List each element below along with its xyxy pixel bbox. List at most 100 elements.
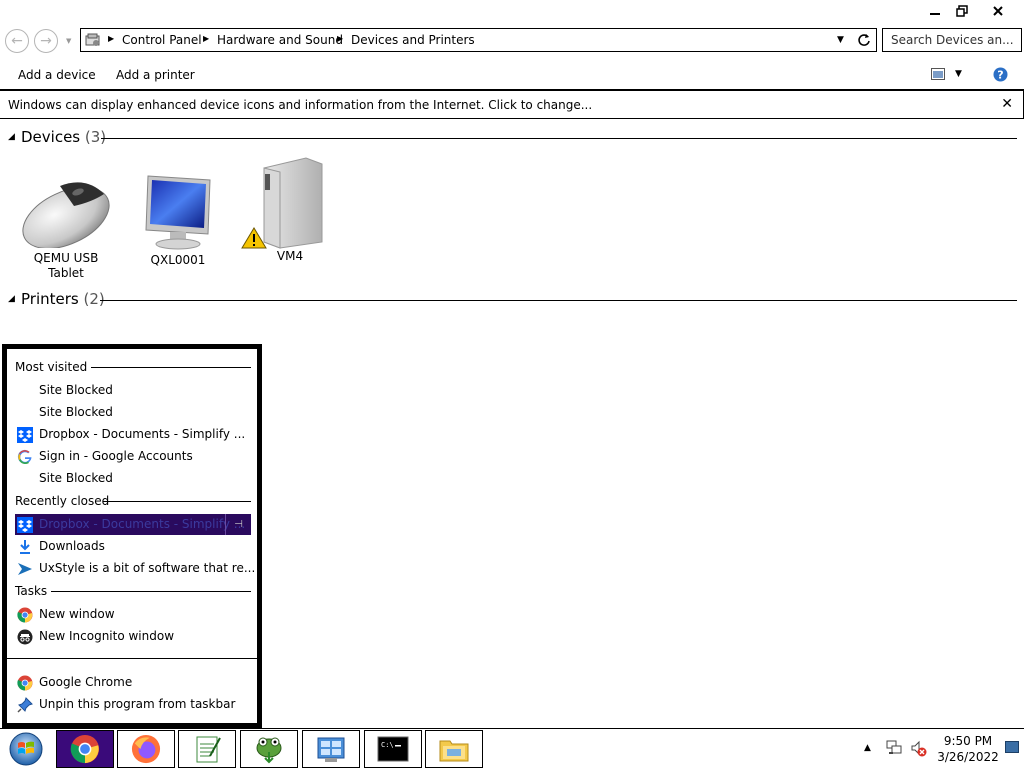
printers-group-title: Printers — [21, 290, 79, 308]
jumplist-item-label: Dropbox - Documents - Simplify ... — [39, 427, 246, 441]
jumplist-item[interactable]: Downloads — [15, 536, 251, 558]
pin-button[interactable]: ⊣ — [225, 514, 251, 535]
jumplist-divider — [7, 658, 257, 659]
jumplist-item[interactable]: Site Blocked — [15, 380, 251, 402]
taskbar-notepad-button[interactable] — [178, 730, 236, 768]
add-device-button[interactable]: Add a device — [18, 68, 96, 82]
jumplist-task-new-window[interactable]: New window — [15, 604, 251, 626]
show-desktop-button[interactable] — [1005, 741, 1019, 753]
collapse-triangle-icon[interactable]: ◢ — [8, 294, 15, 304]
back-button[interactable]: ← — [5, 29, 29, 53]
address-bar[interactable]: ▶ Control Panel ▶ Hardware and Sound ▶ D… — [80, 28, 877, 52]
taskbar-firefox-button[interactable] — [117, 730, 175, 768]
breadcrumb-hardware-and-sound[interactable]: Hardware and Sound — [217, 33, 343, 47]
taskbar-file-explorer-button[interactable] — [425, 730, 483, 768]
recent-pages-chevron-icon[interactable]: ▼ — [66, 37, 71, 45]
forward-arrow-icon: → — [40, 33, 52, 49]
notepad-icon — [196, 736, 221, 763]
collapse-triangle-icon[interactable]: ◢ — [8, 132, 15, 142]
jumplist-item-label: Sign in - Google Accounts — [39, 449, 193, 463]
taskbar-control-panel-button[interactable] — [302, 730, 360, 768]
close-window-button[interactable] — [981, 0, 1015, 22]
jumplist-item-label: Downloads — [39, 539, 105, 553]
jumplist-unpin-from-taskbar[interactable]: Unpin this program from taskbar — [15, 694, 251, 716]
jumplist-item-highlighted[interactable]: Dropbox - Documents - Simplify ... ⊣ — [15, 514, 251, 535]
jumplist-item[interactable]: Sign in - Google Accounts — [15, 446, 251, 468]
jumplist-divider — [51, 591, 251, 592]
jumplist-divider — [103, 501, 251, 502]
printers-group-header[interactable]: ◢ Printers (2) — [0, 290, 1024, 310]
uxstyle-icon — [18, 563, 32, 575]
jumplist-item-label: New Incognito window — [39, 629, 175, 643]
dropbox-icon — [17, 517, 33, 533]
svg-text:?: ? — [997, 69, 1003, 82]
breadcrumb-control-panel[interactable]: Control Panel — [122, 33, 202, 47]
jumplist-item-label: New window — [39, 607, 115, 621]
device-qemu-usb-tablet[interactable]: QEMU USB Tablet — [16, 176, 116, 281]
taskbar-chrome-button[interactable] — [56, 730, 114, 768]
jumplist-item-label: Google Chrome — [39, 675, 133, 689]
frog-utility-icon — [256, 737, 282, 764]
device-label: VM4 — [276, 249, 304, 263]
command-toolbar: Add a device Add a printer ▼ ? — [0, 60, 1024, 90]
taskbar-utility-button[interactable] — [240, 730, 298, 768]
restore-button[interactable] — [945, 0, 979, 22]
devices-group-header[interactable]: ◢ Devices (3) — [0, 128, 1024, 148]
device-qxl0001[interactable]: QXL0001 — [128, 172, 228, 268]
jumplist-item-label: Site Blocked — [39, 383, 113, 397]
chrome-icon — [17, 607, 33, 623]
jumplist-app-google-chrome[interactable]: Google Chrome — [15, 672, 251, 694]
jumplist-heading-most-visited: Most visited — [15, 360, 88, 374]
jumplist-item[interactable]: Site Blocked — [15, 402, 251, 424]
computer-tower-icon — [241, 157, 323, 249]
start-button[interactable] — [0, 730, 52, 768]
unpin-icon — [17, 697, 33, 713]
chrome-jump-list: Most visited Site Blocked Site Blocked D… — [2, 344, 262, 728]
device-label: QXL0001 — [150, 253, 206, 267]
device-label: Tablet — [48, 266, 84, 280]
network-icon[interactable] — [886, 740, 902, 756]
title-bar — [0, 0, 1024, 22]
jumplist-item-label: UxStyle is a bit of software that re... — [39, 561, 256, 575]
jumplist-item[interactable]: UxStyle is a bit of software that re... — [15, 558, 255, 580]
show-hidden-icons-button[interactable]: ▲ — [864, 743, 871, 753]
jumplist-heading-recently-closed: Recently closed — [15, 494, 110, 508]
mouse-icon — [22, 182, 110, 250]
search-input[interactable]: Search Devices an... — [882, 28, 1022, 52]
jumplist-item-label: Unpin this program from taskbar — [39, 697, 236, 711]
taskbar-clock[interactable]: 9:50 PM 3/26/2022 — [932, 733, 1004, 765]
jumplist-task-new-incognito-window[interactable]: New Incognito window — [15, 626, 251, 648]
folder-icon — [439, 740, 469, 762]
refresh-icon[interactable] — [857, 33, 871, 47]
information-bar[interactable]: Windows can display enhanced device icon… — [0, 90, 1024, 119]
view-options-chevron-icon[interactable]: ▼ — [955, 69, 962, 79]
svg-text:C:\: C:\ — [381, 741, 394, 749]
information-bar-message[interactable]: Windows can display enhanced device icon… — [8, 98, 592, 112]
volume-muted-icon[interactable] — [910, 740, 928, 758]
jumplist-item-label: Site Blocked — [39, 405, 113, 419]
add-printer-button[interactable]: Add a printer — [116, 68, 195, 82]
monitor-icon — [145, 175, 211, 250]
breadcrumb-devices-and-printers[interactable]: Devices and Printers — [351, 33, 475, 47]
pin-icon: ⊣ — [234, 519, 243, 530]
jumplist-item[interactable]: Dropbox - Documents - Simplify ... — [15, 424, 251, 446]
firefox-icon — [131, 734, 161, 764]
change-view-icon[interactable] — [931, 68, 945, 80]
jumplist-item[interactable]: Site Blocked — [15, 468, 251, 490]
clock-date: 3/26/2022 — [937, 750, 999, 764]
back-arrow-icon: ← — [11, 33, 23, 49]
jumplist-heading-tasks: Tasks — [15, 584, 48, 598]
device-vm4[interactable]: VM4 — [240, 154, 340, 264]
breadcrumb-separator-icon: ▶ — [337, 34, 344, 43]
jumplist-item-label: Site Blocked — [39, 471, 113, 485]
taskbar: C:\ ▲ 9:50 PM 3/26/2022 — [0, 728, 1024, 768]
forward-button[interactable]: → — [34, 29, 58, 53]
chevron-down-icon[interactable]: ▼ — [837, 35, 844, 45]
clock-time: 9:50 PM — [943, 734, 993, 748]
help-icon[interactable]: ? — [993, 67, 1008, 82]
devices-group-title: Devices — [21, 128, 81, 146]
taskbar-command-prompt-button[interactable]: C:\ — [364, 730, 422, 768]
jumplist-divider — [91, 367, 251, 368]
information-bar-close-button[interactable]: ✕ — [1001, 96, 1013, 112]
breadcrumb-separator-icon: ▶ — [108, 34, 115, 43]
